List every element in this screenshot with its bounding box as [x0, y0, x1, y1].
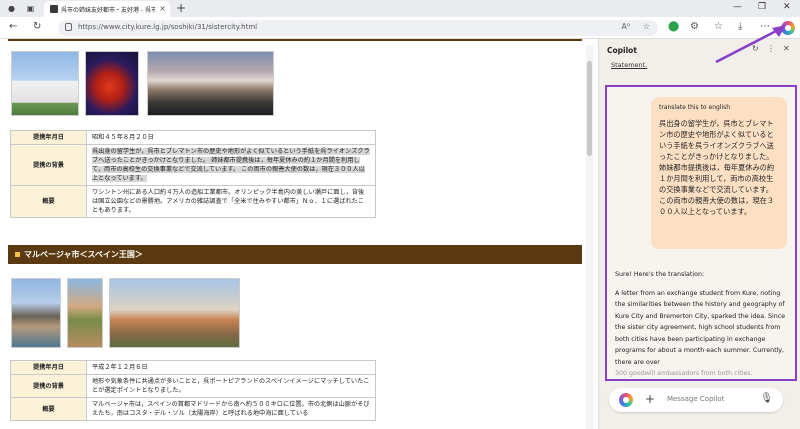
row-label: 提携の背景 [10, 374, 87, 398]
reply-text-faded: 300 goodwill ambassadors from both citie… [615, 370, 753, 377]
table-row: 提携の背景 呉出身の留学生が，呉市とブレマトン市の歴史や地形がよく似ているという… [10, 144, 376, 186]
reply-text: A letter from an exchange student from K… [615, 289, 786, 366]
user-prompt: translate this to english [659, 104, 731, 111]
read-aloud-icon[interactable]: A⁰ [621, 22, 630, 31]
marbella-street-photo [67, 278, 103, 348]
message-input-bar[interactable]: + Message Copilot 🎙 [609, 388, 783, 412]
tab-title: 呉市の姉妹友好都市・友好港 - 呉市 [61, 7, 155, 14]
copilot-logo-icon[interactable] [619, 393, 633, 407]
favorite-star-icon[interactable]: ☆ [643, 22, 650, 31]
user-message-bubble: translate this to english 呉出身の留学生が，呉市とブレ… [651, 97, 787, 249]
top-divider [8, 39, 582, 41]
copilot-title: Copilot [607, 46, 637, 55]
section-header: マルベージャ市＜スペイン王国＞ [8, 245, 582, 264]
row-value-highlighted: 呉出身の留学生が，呉市とブレマトン市の歴史や地形がよく似ているという手紙を呉ライ… [86, 144, 376, 186]
annotation-arrow-icon [715, 25, 786, 64]
shield-extension-icon[interactable]: ⬤ [668, 21, 679, 32]
row-value: 昭和４５年８月２０日 [86, 130, 376, 145]
bremerton-art-photo [85, 51, 139, 116]
tab-actions-icon[interactable]: ▣ [25, 3, 36, 14]
assistant-reply: Sure! Here's the translation: A letter f… [615, 269, 791, 379]
user-pasted-text: 呉出身の留学生が，呉市とブレマトン市の歴史や地形がよく似ているという手紙を呉ライ… [659, 119, 775, 216]
active-tab[interactable]: 呉市の姉妹友好都市・友好港 - 呉市 × [44, 1, 170, 17]
row-label: 提携の背景 [10, 144, 87, 186]
section-bullet-icon [15, 252, 20, 257]
marbella-mountain-photo [11, 278, 61, 348]
add-attachment-icon[interactable]: + [645, 392, 655, 406]
row-value: 地形や気象条件に共通点が多いことと，呉ポートピアランドのスペインイメージにマッチ… [86, 374, 376, 398]
chat-area[interactable]: translate this to english 呉出身の留学生が，呉市とブレ… [605, 85, 797, 381]
profile-icon[interactable]: ● [6, 3, 17, 14]
url-text[interactable]: https://www.city.kure.lg.jp/soshiki/31/s… [78, 23, 257, 31]
bremerton-mountain-photo [147, 51, 274, 116]
address-bar-icons: A⁰ ☆ [621, 22, 650, 31]
address-bar[interactable]: https://www.city.kure.lg.jp/soshiki/31/s… [58, 20, 658, 36]
bremerton-info-table: 提携年月日 昭和４５年８月２０日 提携の背景 呉出身の留学生が，呉市とブレマトン… [10, 130, 376, 218]
bremerton-building-photo [11, 51, 79, 116]
table-row: 提携年月日 平成２年１２月６日 [10, 360, 376, 375]
table-row: 概要 ワシントン州にある人口約４万人の造船工業都市。オリンピック半島内の美しい瀬… [10, 185, 376, 218]
row-label: 提携年月日 [10, 360, 87, 375]
minimize-icon[interactable]: — [733, 2, 742, 12]
section-title: マルベージャ市＜スペイン王国＞ [24, 250, 143, 259]
page-scrollbar[interactable] [586, 45, 593, 429]
row-value: ワシントン州にある人口約４万人の造船工業都市。オリンピック半島内の美しい瀬戸に面… [86, 185, 376, 218]
close-window-icon[interactable]: ✕ [783, 2, 791, 12]
marbella-building-photo [109, 278, 240, 348]
back-icon[interactable]: ← [9, 21, 17, 32]
row-label: 提携年月日 [10, 130, 87, 145]
row-value: 平成２年１２月６日 [86, 360, 376, 375]
microphone-icon[interactable]: 🎙 [760, 393, 773, 404]
row-value: マルベージャ市は，スペインの首都マドリードから南へ約５００キロに位置。市の北側は… [86, 397, 376, 421]
row-label: 概要 [10, 185, 87, 218]
selected-text[interactable]: 呉出身の留学生が，呉市とブレマトン市の歴史や地形がよく似ているという手紙を呉ライ… [92, 148, 370, 182]
table-row: 概要 マルベージャ市は，スペインの首都マドリードから南へ約５００キロに位置。市の… [10, 397, 376, 421]
reply-heading: Sure! Here's the translation: [615, 271, 705, 278]
message-input[interactable]: Message Copilot [667, 395, 724, 403]
site-favicon [50, 5, 58, 13]
web-page: 提携年月日 昭和４５年８月２０日 提携の背景 呉出身の留学生が，呉市とブレマトン… [0, 39, 598, 429]
refresh-icon[interactable]: ↻ [33, 21, 41, 32]
tab-close-icon[interactable]: × [159, 4, 166, 13]
table-row: 提携年月日 昭和４５年８月２０日 [10, 130, 376, 145]
restore-icon[interactable]: ❐ [758, 2, 766, 12]
new-tab-button[interactable]: + [176, 1, 186, 15]
marbella-info-table: 提携年月日 平成２年１２月６日 提携の背景 地形や気象条件に共通点が多いことと，… [10, 360, 376, 421]
browser-toolbar: ← ↻ https://www.city.kure.lg.jp/soshiki/… [0, 17, 800, 39]
lock-icon[interactable] [65, 23, 72, 31]
copilot-panel: Copilot ↻ ⋮ ✕ Statement. translate this … [598, 39, 800, 429]
table-row: 提携の背景 地形や気象条件に共通点が多いことと，呉ポートピアランドのスペインイメ… [10, 374, 376, 398]
extensions-icon[interactable]: ⚙ [690, 21, 699, 32]
scrollbar-thumb[interactable] [587, 61, 592, 156]
privacy-statement-link[interactable]: Statement. [611, 61, 647, 69]
tab-bar: ● ▣ 呉市の姉妹友好都市・友好港 - 呉市 × + — ❐ ✕ [0, 0, 800, 17]
row-label: 概要 [10, 397, 87, 421]
